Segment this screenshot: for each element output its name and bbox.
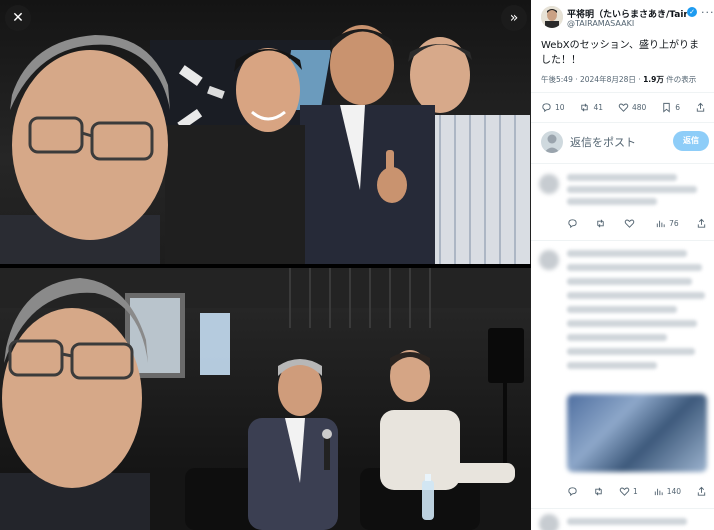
repost-icon <box>581 103 589 111</box>
views-button[interactable]: 76 <box>655 218 679 229</box>
share-icon <box>696 102 705 112</box>
avatar[interactable] <box>541 6 563 28</box>
reply-actions: 76 <box>567 216 707 230</box>
blurred-text <box>567 320 697 327</box>
share-icon <box>697 486 706 496</box>
share-button[interactable] <box>695 102 706 113</box>
reply-actions: 1 140 <box>567 484 707 498</box>
tweet-text: WebXのセッション、盛り上がりました！！ <box>541 40 700 66</box>
blurred-text <box>567 264 702 271</box>
share-button[interactable] <box>696 486 707 497</box>
blurred-text <box>567 362 657 369</box>
reply-button[interactable] <box>567 486 578 497</box>
bookmark-icon <box>663 102 670 113</box>
blurred-text <box>567 250 687 257</box>
repost-icon <box>595 487 602 495</box>
list-item[interactable] <box>531 512 714 530</box>
reply-submit-button[interactable]: 返信 <box>673 131 709 151</box>
avatar <box>541 131 563 153</box>
reply-button[interactable] <box>567 218 578 229</box>
tweet-meta: 午後5:49 · 2024年8月28日 · 1.9万 件の表示 <box>541 74 711 85</box>
photo-panel-session-art <box>0 268 531 530</box>
blurred-text <box>567 334 667 341</box>
divider <box>531 163 714 164</box>
close-icon[interactable]: ✕ <box>5 5 31 31</box>
reply-icon <box>542 102 551 112</box>
divider <box>531 240 714 241</box>
blurred-text <box>567 198 657 205</box>
heart-icon <box>618 103 629 112</box>
list-item[interactable]: 1 140 <box>531 244 714 506</box>
blurred-text <box>567 174 677 181</box>
like-button[interactable] <box>624 218 638 229</box>
bookmark-count: 6 <box>675 102 681 112</box>
like-button[interactable]: 480 <box>618 102 646 113</box>
tweet-actions: 10 41 480 6 <box>541 100 706 114</box>
repost-button[interactable] <box>593 486 604 497</box>
reply-composer: 返信をポスト 返信 <box>541 130 709 154</box>
tweet-panel: 平将明（たいらまさあき/Taira ✓ @TAIRAMASAAKI ··· We… <box>531 0 714 530</box>
reply-count: 10 <box>555 102 565 112</box>
media-viewer: ✕ » <box>0 0 531 530</box>
author-handle[interactable]: @TAIRAMASAAKI <box>567 19 634 28</box>
bar-chart-icon <box>654 488 663 495</box>
photo-group-selfie-art <box>0 25 530 264</box>
reply-image[interactable] <box>567 394 707 472</box>
share-button[interactable] <box>696 218 707 229</box>
repost-button[interactable] <box>595 218 606 229</box>
avatar <box>539 250 559 270</box>
repost-icon <box>597 219 605 227</box>
like-count: 1 <box>632 486 638 496</box>
like-count: 480 <box>631 102 647 112</box>
blurred-text <box>567 292 705 299</box>
tweet-author: 平将明（たいらまさあき/Taira ✓ @TAIRAMASAAKI ··· <box>541 6 714 32</box>
like-button[interactable]: 1 <box>619 486 638 497</box>
divider <box>531 508 714 509</box>
photo-panel-session[interactable] <box>0 268 531 530</box>
views-label: 件の表示 <box>663 75 697 84</box>
views-count: 1.9万 <box>643 75 664 84</box>
share-icon <box>697 218 706 228</box>
heart-icon <box>619 487 630 496</box>
divider <box>531 122 714 123</box>
reply-button[interactable]: 10 <box>541 102 565 113</box>
heart-icon <box>624 219 634 228</box>
blurred-text <box>567 278 692 285</box>
blurred-text <box>567 186 697 193</box>
views-count: 76 <box>669 218 679 228</box>
repost-count: 41 <box>593 102 604 112</box>
more-horizontal-icon[interactable]: ··· <box>701 6 714 19</box>
bookmark-button[interactable]: 6 <box>661 102 680 113</box>
photo-group-selfie[interactable] <box>0 0 531 264</box>
blurred-text <box>567 518 687 525</box>
tweet-timestamp[interactable]: 午後5:49 · 2024年8月28日 · <box>541 75 643 84</box>
reply-input[interactable]: 返信をポスト <box>570 134 636 150</box>
reply-icon <box>568 218 577 228</box>
blurred-text <box>567 306 677 313</box>
bar-chart-icon <box>656 220 665 227</box>
reply-icon <box>568 486 577 496</box>
verified-badge-icon: ✓ <box>687 7 697 17</box>
double-chevron-right-icon[interactable]: » <box>501 5 527 31</box>
avatar <box>539 514 559 530</box>
list-item[interactable]: 76 <box>531 168 714 238</box>
divider <box>531 92 714 93</box>
blurred-text <box>567 348 695 355</box>
views-button[interactable]: 140 <box>653 486 681 497</box>
avatar <box>539 174 559 194</box>
repost-button[interactable]: 41 <box>579 102 603 113</box>
views-count: 140 <box>666 486 682 496</box>
